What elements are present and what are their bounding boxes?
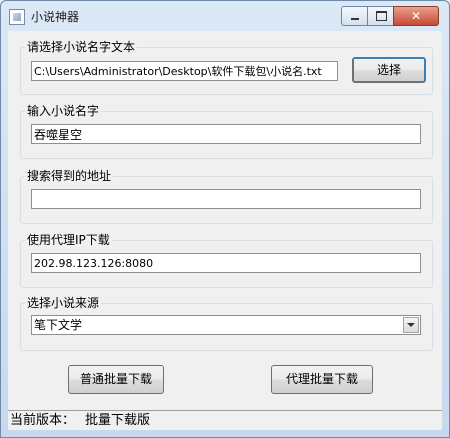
app-icon bbox=[9, 9, 25, 25]
chevron-down-icon bbox=[407, 323, 415, 327]
search-address-input[interactable] bbox=[31, 189, 421, 209]
proxy-ip-group-label: 使用代理IP下载 bbox=[25, 232, 112, 248]
novel-name-group-label: 输入小说名字 bbox=[25, 103, 102, 119]
app-window: 小说神器 ✕ 请选择小说名字文本 C:\Users\Administrator\… bbox=[0, 0, 450, 438]
title-bar[interactable]: 小说神器 ✕ bbox=[1, 1, 449, 31]
file-select-group-label: 请选择小说名字文本 bbox=[25, 39, 138, 55]
close-button[interactable]: ✕ bbox=[393, 6, 439, 26]
novel-source-select[interactable]: 笔下文学 bbox=[31, 315, 421, 335]
novel-name-group: 输入小说名字 吞噬星空 bbox=[20, 103, 433, 159]
minimize-icon bbox=[351, 18, 359, 20]
novel-source-group-label: 选择小说来源 bbox=[25, 295, 102, 311]
search-address-group: 搜索得到的地址 bbox=[20, 168, 433, 224]
close-icon: ✕ bbox=[410, 9, 422, 23]
version-value: 批量下载版 bbox=[85, 413, 151, 428]
novel-source-value: 笔下文学 bbox=[34, 318, 83, 332]
file-path-input[interactable]: C:\Users\Administrator\Desktop\软件下载包\小说名… bbox=[31, 61, 338, 81]
status-bar: 当前版本： 批量下载版 bbox=[8, 410, 442, 430]
novel-source-group: 选择小说来源 笔下文学 bbox=[20, 295, 433, 351]
proxy-ip-group: 使用代理IP下载 202.98.123.126:8080 bbox=[20, 232, 433, 288]
dropdown-arrow-button[interactable] bbox=[403, 317, 419, 333]
version-label: 当前版本： bbox=[10, 413, 76, 428]
maximize-button[interactable] bbox=[367, 6, 395, 26]
file-select-group: 请选择小说名字文本 C:\Users\Administrator\Desktop… bbox=[20, 39, 433, 95]
maximize-icon bbox=[375, 11, 387, 21]
normal-batch-download-button[interactable]: 普通批量下载 bbox=[68, 365, 164, 394]
novel-name-input[interactable]: 吞噬星空 bbox=[31, 124, 421, 144]
window-title: 小说神器 bbox=[31, 10, 80, 24]
search-address-group-label: 搜索得到的地址 bbox=[25, 168, 114, 184]
client-area: 请选择小说名字文本 C:\Users\Administrator\Desktop… bbox=[8, 31, 442, 430]
proxy-ip-input[interactable]: 202.98.123.126:8080 bbox=[31, 253, 421, 273]
choose-file-button[interactable]: 选择 bbox=[352, 57, 426, 83]
proxy-batch-download-button[interactable]: 代理批量下载 bbox=[271, 365, 373, 394]
minimize-button[interactable] bbox=[341, 6, 369, 26]
